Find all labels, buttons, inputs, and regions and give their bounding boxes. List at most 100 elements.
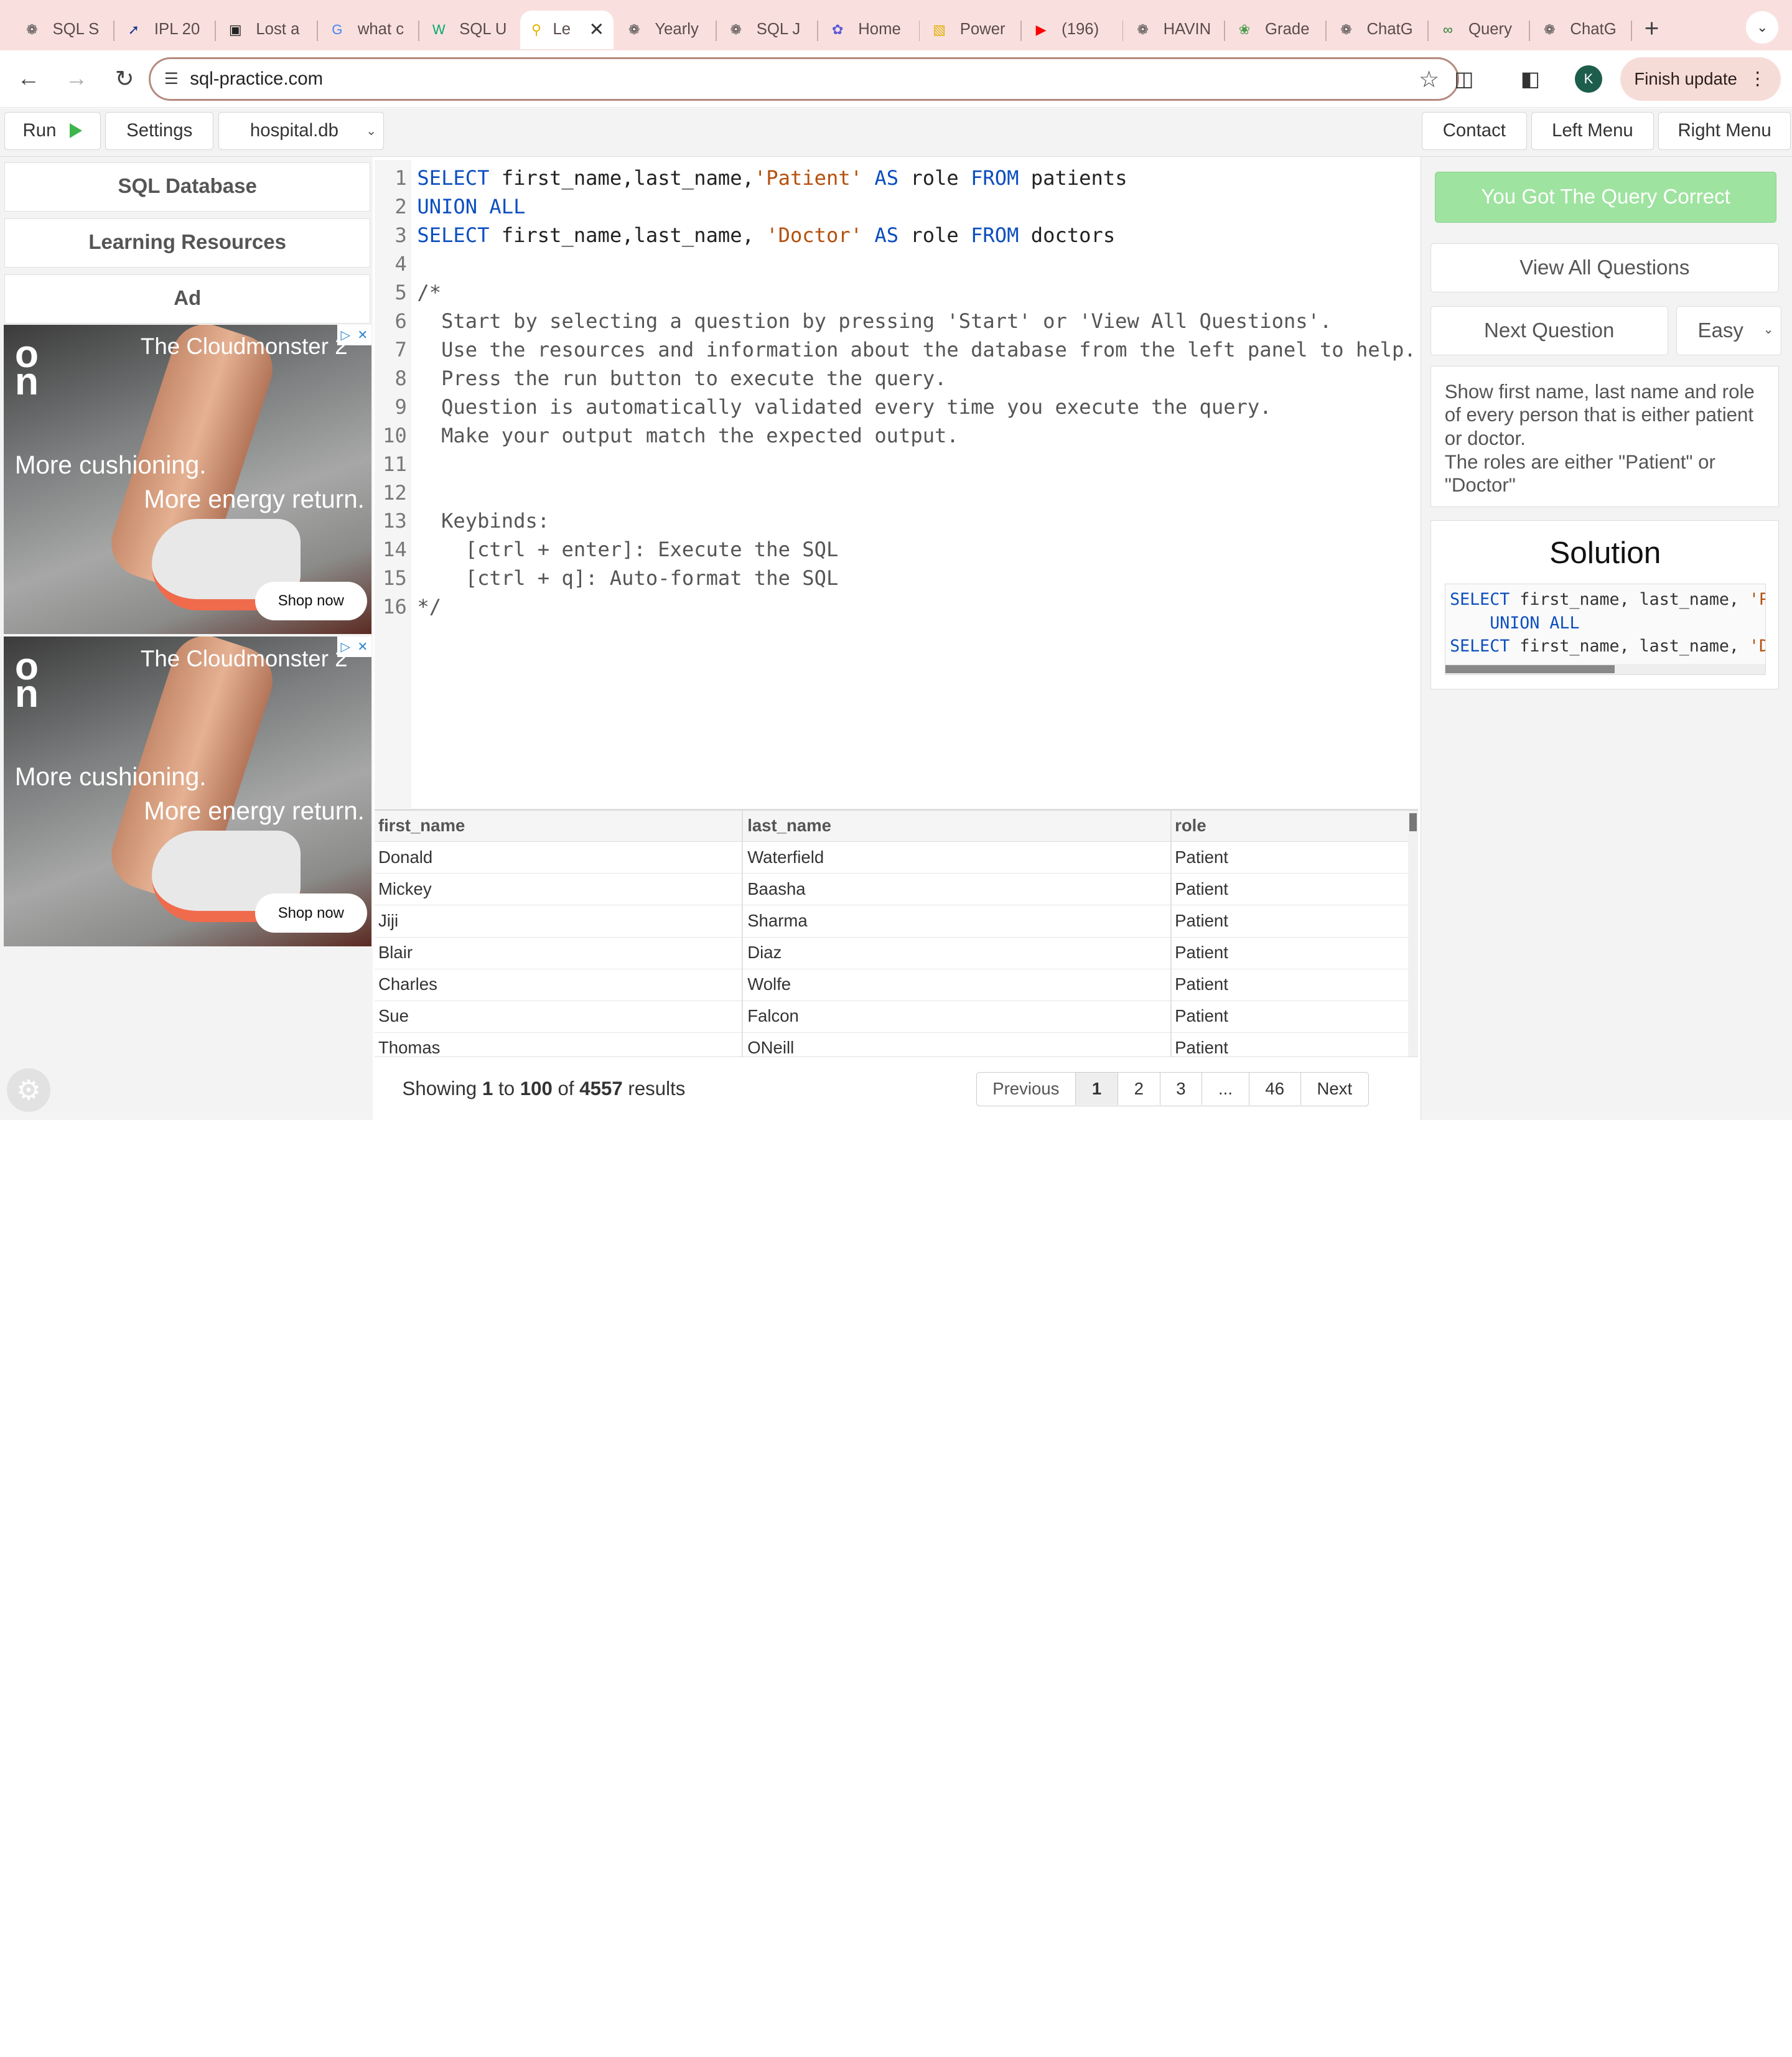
code-token: FROM bbox=[971, 166, 1019, 190]
line-number: 11 bbox=[383, 452, 407, 476]
table-cell: Jiji bbox=[378, 911, 399, 931]
left-menu-button[interactable]: Left Menu bbox=[1531, 111, 1654, 150]
tab-search-icon[interactable]: ⌄ bbox=[1746, 11, 1778, 44]
contact-button[interactable]: Contact bbox=[1421, 111, 1527, 150]
next-page-button[interactable]: Next bbox=[1300, 1073, 1368, 1105]
finish-update-button[interactable]: Finish update ⋮ bbox=[1620, 57, 1781, 101]
chevron-down-icon: ⌄ bbox=[1763, 323, 1774, 337]
browser-tab[interactable]: ❁ SQL S bbox=[11, 11, 114, 49]
browser-tab[interactable]: ✿ Home bbox=[817, 11, 920, 49]
database-select[interactable]: hospital.db ⌄ bbox=[218, 111, 385, 150]
browser-tab[interactable]: ❁ HAVIN bbox=[1122, 11, 1225, 49]
gear-icon[interactable]: ⚙ bbox=[7, 1068, 50, 1112]
extensions-icon[interactable]: ◫ bbox=[1447, 62, 1481, 96]
browser-tab[interactable]: ❁ ChatG bbox=[1325, 11, 1429, 49]
browser-tab[interactable]: ∞ Query bbox=[1427, 11, 1531, 49]
results-scrollbar[interactable] bbox=[1407, 811, 1419, 1058]
browser-tab[interactable]: W SQL U bbox=[418, 11, 521, 49]
code-token: */ bbox=[417, 595, 442, 619]
code-token: AS bbox=[874, 166, 899, 190]
view-all-questions-button[interactable]: View All Questions bbox=[1430, 243, 1779, 293]
scroll-thumb[interactable] bbox=[1445, 665, 1615, 673]
site-settings-icon[interactable]: ☰ bbox=[164, 70, 179, 88]
page-button[interactable]: 46 bbox=[1248, 1073, 1300, 1105]
code-token: Press the run button to execute the quer… bbox=[417, 366, 947, 390]
line-number: 7 bbox=[394, 337, 407, 361]
column-header[interactable]: last_name bbox=[747, 816, 831, 836]
previous-page-button[interactable]: Previous bbox=[976, 1073, 1076, 1105]
browser-tab[interactable]: ❁ Yearly bbox=[614, 11, 717, 49]
address-bar[interactable]: ☰ sql-practice.com ☆ bbox=[148, 57, 1460, 101]
next-question-button[interactable]: Next Question bbox=[1430, 306, 1668, 356]
scroll-thumb[interactable] bbox=[1409, 813, 1417, 832]
solution-scrollbar[interactable] bbox=[1445, 664, 1765, 674]
difficulty-select[interactable]: Easy ⌄ bbox=[1676, 306, 1781, 356]
side-panel-icon[interactable]: ◧ bbox=[1513, 62, 1547, 96]
solution-code[interactable]: SELECT first_name, last_name, 'Do UNION … bbox=[1444, 583, 1766, 675]
right-menu-button[interactable]: Right Menu bbox=[1658, 111, 1791, 150]
reload-icon[interactable]: ↻ bbox=[103, 57, 146, 100]
column-header[interactable]: role bbox=[1175, 816, 1206, 836]
close-tab-icon[interactable]: ✕ bbox=[589, 19, 604, 40]
browser-tab[interactable]: ▧ Power bbox=[919, 11, 1022, 49]
table-row[interactable]: Blair Diaz Patient bbox=[375, 937, 1408, 969]
browser-tab[interactable]: ❁ ChatG bbox=[1529, 11, 1632, 49]
code-token: [ctrl + q]: Auto-format the SQL bbox=[417, 566, 839, 590]
shop-now-button[interactable]: Shop now bbox=[255, 893, 367, 933]
code-token: Make your output match the expected outp… bbox=[417, 423, 959, 447]
pagination: Previous 1 2 3 ... 46 Next bbox=[976, 1072, 1369, 1107]
table-row[interactable]: Donald Waterfield Patient bbox=[375, 842, 1408, 874]
learning-resources-button[interactable]: Learning Resources bbox=[4, 218, 371, 268]
difficulty-value: Easy bbox=[1697, 319, 1743, 342]
plant-icon: ❀ bbox=[1238, 21, 1251, 37]
profile-avatar[interactable]: K bbox=[1574, 65, 1603, 93]
sql-editor[interactable]: 1 SELECT first_name,last_name,'Patient' A… bbox=[375, 160, 1419, 808]
sql-database-button[interactable]: SQL Database bbox=[4, 162, 371, 212]
browser-tab[interactable]: ⚲ Le ✕ bbox=[520, 10, 614, 49]
browser-tab[interactable]: ▣ Lost a bbox=[215, 11, 318, 49]
code-text: Use the resources and information about … bbox=[417, 336, 1416, 365]
code-text: Press the run button to execute the quer… bbox=[417, 365, 946, 393]
results-panel: first_name last_name role Donald Waterfie… bbox=[375, 809, 1419, 1120]
page-button[interactable]: 1 bbox=[1075, 1073, 1118, 1105]
ad-banner[interactable]: on The Cloudmonster 2 More cushioning. M… bbox=[3, 324, 371, 635]
browser-tab[interactable]: ❁ SQL J bbox=[716, 11, 818, 49]
back-arrow-icon[interactable]: ← bbox=[7, 57, 50, 100]
new-tab-plus-icon[interactable]: + bbox=[1645, 14, 1659, 43]
tab-title: Grade bbox=[1265, 21, 1310, 39]
page-button[interactable]: 3 bbox=[1159, 1073, 1202, 1105]
ad-banner[interactable]: on The Cloudmonster 2 More cushioning. M… bbox=[3, 637, 371, 946]
table-row[interactable]: Sue Falcon Patient bbox=[375, 1001, 1408, 1033]
query-correct-status: You Got The Query Correct bbox=[1435, 171, 1777, 223]
settings-button[interactable]: Settings bbox=[105, 111, 214, 150]
table-cell: Waterfield bbox=[747, 847, 824, 867]
shop-now-button[interactable]: Shop now bbox=[255, 581, 367, 621]
chatgpt-icon: ❁ bbox=[628, 21, 640, 37]
tab-title: what c bbox=[357, 21, 404, 39]
ad-choices-icon[interactable]: ▷ ✕ bbox=[337, 324, 371, 345]
browser-tab[interactable]: Gwhat c bbox=[317, 11, 419, 49]
browser-tab[interactable]: ➚ IPL 20 bbox=[113, 11, 217, 49]
code-token: 'Pa bbox=[1748, 589, 1765, 609]
column-header[interactable]: first_name bbox=[378, 816, 465, 836]
browser-toolbar: ← → ↻ ☰ sql-practice.com ☆ ◫ ◧ K Finish … bbox=[0, 50, 1792, 108]
code-text: /* bbox=[417, 279, 441, 307]
table-row[interactable]: Charles Wolfe Patient bbox=[375, 969, 1408, 1001]
app-header: Run Settings hospital.db ⌄ Contact Left … bbox=[0, 108, 1792, 157]
page-button[interactable]: 2 bbox=[1117, 1073, 1160, 1105]
browser-tab[interactable]: ❀ Grade bbox=[1224, 11, 1327, 49]
run-button[interactable]: Run bbox=[4, 111, 101, 150]
line-number: 6 bbox=[394, 309, 407, 334]
table-cell: Diaz bbox=[747, 943, 782, 963]
code-token: doctors bbox=[1019, 223, 1116, 248]
forward-arrow-icon[interactable]: → bbox=[55, 57, 98, 100]
code-text: */ bbox=[417, 593, 441, 622]
code-token: AS bbox=[874, 223, 899, 248]
table-row[interactable]: Mickey Baasha Patient bbox=[375, 874, 1408, 906]
table-cell: Charles bbox=[378, 974, 437, 994]
code-text: Keybinds: bbox=[417, 507, 549, 536]
browser-tab[interactable]: ▶ (196) bbox=[1020, 11, 1124, 49]
ad-choices-icon[interactable]: ▷ ✕ bbox=[337, 637, 371, 658]
table-row[interactable]: Jiji Sharma Patient bbox=[375, 905, 1408, 938]
